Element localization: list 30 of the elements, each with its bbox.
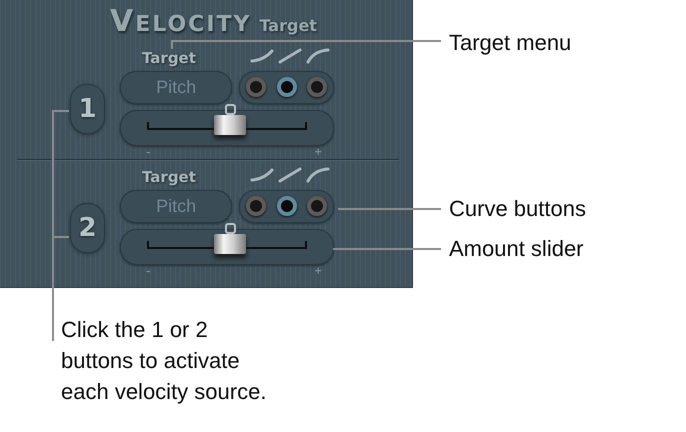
plus-label: + [314, 264, 322, 276]
concave-curve-icon [250, 166, 274, 184]
callout-text: Curve buttons [449, 195, 586, 223]
slider-track[interactable] [147, 104, 307, 138]
minus-label: - [146, 264, 150, 276]
convex-curve-icon [306, 46, 330, 64]
panel-subtitle: Target [259, 16, 317, 35]
slider-thumb[interactable] [214, 104, 246, 134]
slider-track[interactable] [147, 222, 307, 256]
target-label: Target [142, 48, 196, 66]
panel-title: VELOCITY [110, 4, 252, 39]
slider-thumb[interactable] [214, 222, 246, 254]
curve-radio-button[interactable] [246, 196, 266, 216]
minus-label: - [146, 146, 150, 158]
callout-text: Target menu [449, 29, 572, 57]
plus-label: + [314, 146, 322, 158]
concave-curve-icon [250, 46, 274, 64]
curve-radio-button[interactable] [276, 196, 297, 216]
callout-text: Click the 1 or 2 buttons to activate each velocity source. [61, 316, 268, 406]
callout-text: Amount slider [449, 235, 584, 263]
curve-radio-button[interactable] [307, 77, 327, 97]
convex-curve-icon [306, 166, 330, 184]
target-label: Target [142, 168, 196, 186]
curve-radio-button[interactable] [276, 77, 297, 97]
curve-radio-button[interactable] [246, 77, 266, 97]
source-button[interactable]: 2 [70, 203, 105, 253]
linear-curve-icon [278, 166, 302, 184]
source-button[interactable]: 1 [70, 84, 105, 134]
curve-radio-button[interactable] [307, 196, 327, 216]
linear-curve-icon [278, 46, 302, 64]
